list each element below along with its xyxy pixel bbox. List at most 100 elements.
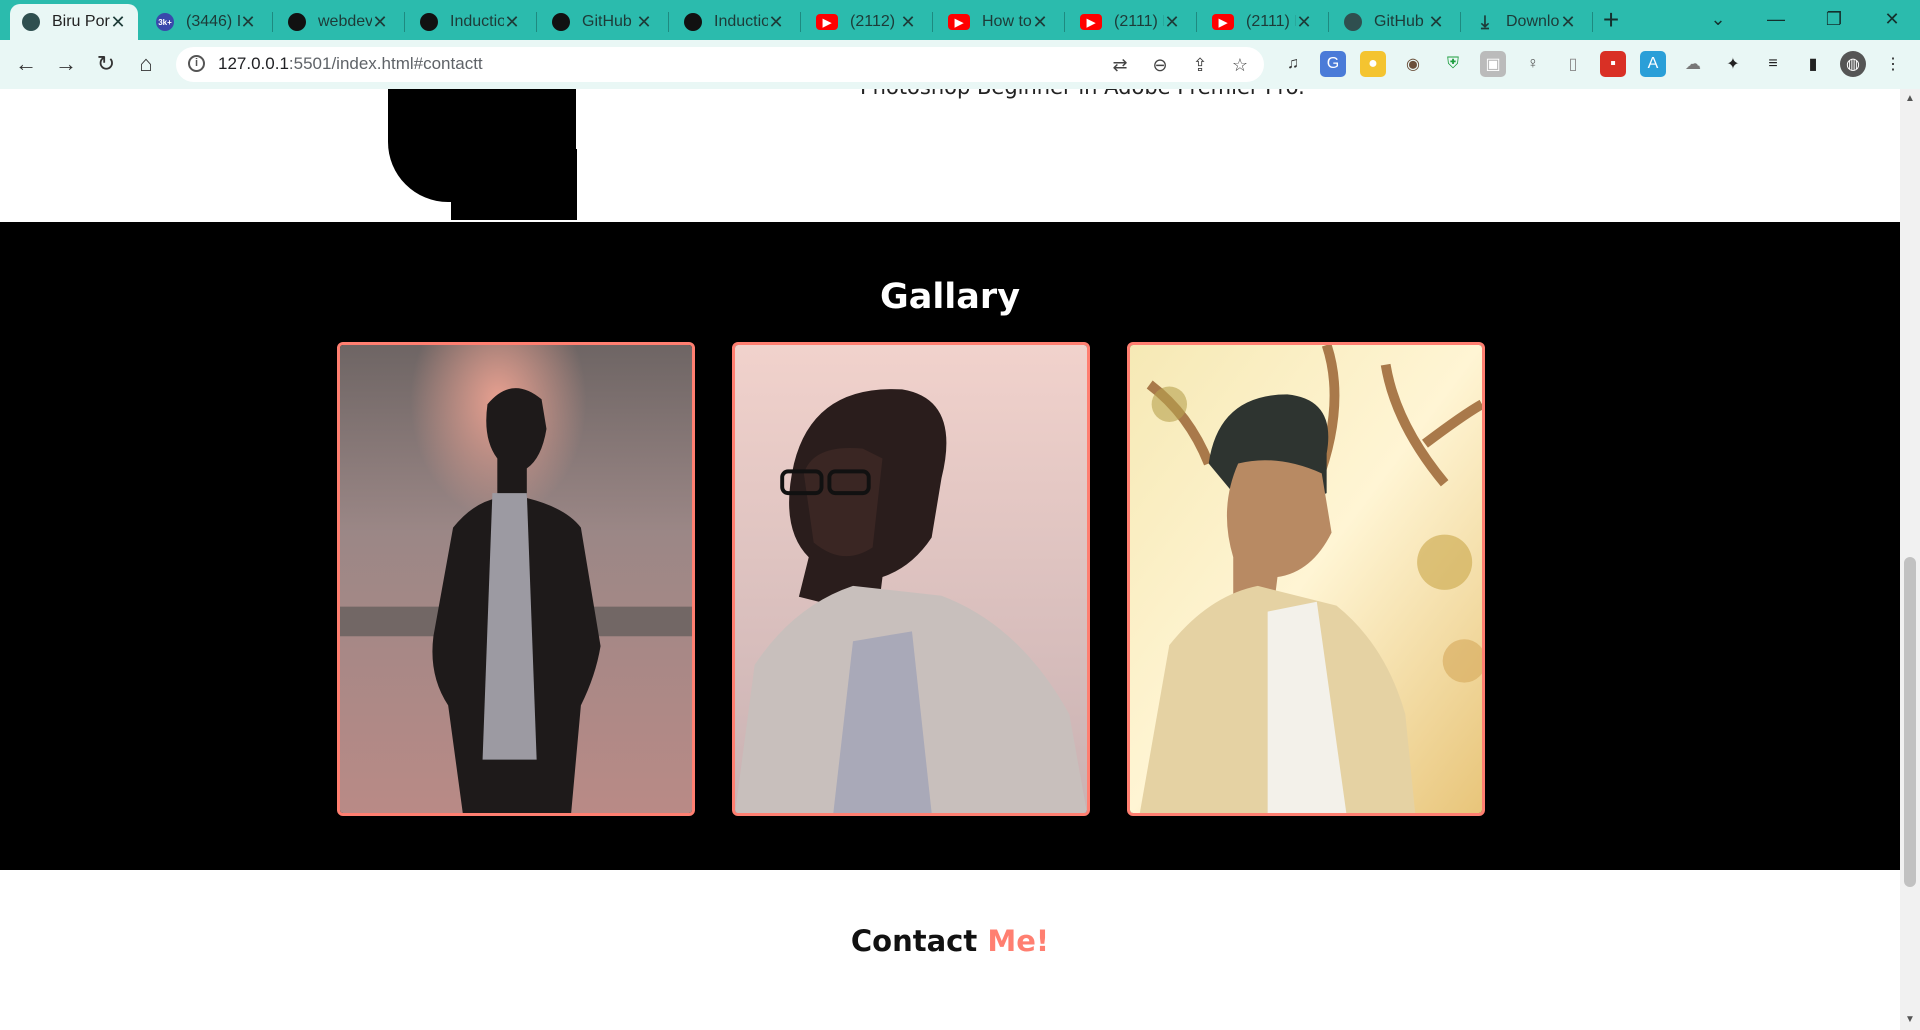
scroll-up-arrow-icon[interactable]: ▲ [1900, 89, 1920, 109]
extension-blue-icon[interactable]: A [1640, 51, 1666, 77]
tab-downloads[interactable]: ⤓ Downlo ✕ [1464, 4, 1588, 40]
close-icon[interactable]: ✕ [504, 12, 520, 33]
media-queue-icon[interactable]: ≡ [1760, 51, 1786, 77]
tab-induction-2[interactable]: Inductio ✕ [672, 4, 796, 40]
close-icon[interactable]: ✕ [768, 12, 784, 33]
read-aloud-icon[interactable]: ♫ [1280, 51, 1306, 77]
about-description: Photoshop Beginner in Adobe Premier Pro. [860, 89, 1305, 99]
close-icon[interactable]: ✕ [1032, 12, 1048, 33]
tab-biru-portfolio[interactable]: Biru Por ✕ [10, 4, 138, 40]
shield-icon[interactable]: ⛨ [1440, 51, 1466, 77]
tab-separator [1460, 12, 1461, 32]
github-icon [684, 13, 702, 31]
browser-chrome: Biru Por ✕ 3k+ (3446) I ✕ webdev ✕ Induc… [0, 0, 1920, 89]
tab-github-2[interactable]: GitHub ✕ [1332, 4, 1456, 40]
extension-counter-icon[interactable]: ☁ [1680, 51, 1706, 77]
close-icon[interactable]: ✕ [1428, 12, 1444, 33]
extension-red-icon[interactable]: ▪ [1600, 51, 1626, 77]
home-icon: ⌂ [139, 51, 153, 76]
tab-title: webdev [318, 13, 372, 30]
extension-bulb-icon[interactable]: ♀ [1520, 51, 1546, 77]
tab-title: (3446) I [186, 13, 240, 30]
tab-title: How to [982, 13, 1032, 30]
page-viewport: Photoshop Beginner in Adobe Premier Pro.… [0, 89, 1900, 1030]
tab-webdev[interactable]: webdev ✕ [276, 4, 400, 40]
extension-grey-icon[interactable]: ▣ [1480, 51, 1506, 77]
contact-title: Contact [850, 924, 978, 958]
tab-youtube-2111-b[interactable]: ▶ (2111) I ✕ [1200, 4, 1324, 40]
tab-strip: Biru Por ✕ 3k+ (3446) I ✕ webdev ✕ Induc… [0, 0, 1920, 40]
minimize-button[interactable]: — [1748, 0, 1804, 38]
home-button[interactable]: ⌂ [128, 46, 164, 82]
url-host: 127.0.0.1 [218, 54, 289, 73]
tab-separator [272, 12, 273, 32]
side-panel-icon[interactable]: ▮ [1800, 51, 1826, 77]
share-icon[interactable]: ⇪ [1188, 53, 1212, 77]
close-icon[interactable]: ✕ [1560, 12, 1576, 33]
menu-dots-icon[interactable]: ⋮ [1880, 51, 1906, 77]
youtube-icon: ▶ [1080, 14, 1102, 30]
tab-youtube-how-to[interactable]: ▶ How to ✕ [936, 4, 1060, 40]
tab-separator [668, 12, 669, 32]
new-tab-button[interactable]: + [1593, 2, 1629, 38]
gallery-photo-2 [732, 342, 1090, 816]
photo-portrait-tree [1130, 345, 1482, 813]
arrow-left-icon: ← [15, 51, 37, 76]
chevron-down-icon: ⌄ [1710, 8, 1726, 29]
close-icon[interactable]: ✕ [1296, 12, 1312, 33]
close-icon[interactable]: ✕ [110, 12, 126, 33]
scrollbar-thumb[interactable] [1904, 557, 1916, 887]
tab-title: (2111) I [1246, 13, 1296, 30]
translate-icon[interactable]: ⇄ [1108, 53, 1132, 77]
tab-separator [404, 12, 405, 32]
globe-icon [22, 13, 40, 31]
scroll-down-arrow-icon[interactable]: ▼ [1900, 1010, 1920, 1030]
gallery-photo-3 [1127, 342, 1485, 816]
zoom-icon[interactable]: ⊖ [1148, 53, 1172, 77]
url-text[interactable]: 127.0.0.1:5501/index.html#contactt [218, 54, 483, 74]
extension-owl-icon[interactable]: ◉ [1400, 51, 1426, 77]
tab-title: Inductio [714, 13, 768, 30]
gallery-section: Gallary [0, 222, 1900, 870]
google-translate-icon[interactable]: G [1320, 51, 1346, 77]
tab-title: GitHub [582, 13, 632, 30]
close-icon[interactable]: ✕ [900, 12, 916, 33]
badge-3k-icon: 3k+ [156, 13, 174, 31]
avatar[interactable]: ◍ [1840, 51, 1866, 77]
restore-button[interactable]: ❐ [1806, 0, 1862, 38]
close-icon[interactable]: ✕ [240, 12, 256, 33]
youtube-icon: ▶ [816, 14, 838, 30]
page-scrollbar[interactable]: ▲ ▼ [1900, 89, 1920, 1030]
url-path: :5501/index.html#contactt [288, 54, 483, 73]
info-icon[interactable]: i [188, 55, 205, 72]
tab-search-button[interactable]: ⌄ [1690, 0, 1746, 38]
youtube-icon: ▶ [1212, 14, 1234, 30]
extension-yellow-icon[interactable]: ● [1360, 51, 1386, 77]
photo-portrait-profile [735, 345, 1087, 813]
reload-button[interactable]: ↻ [88, 46, 124, 82]
puzzle-icon[interactable]: ✦ [1720, 51, 1746, 77]
close-icon[interactable]: ✕ [1164, 12, 1180, 33]
tab-title: GitHub [1374, 13, 1424, 30]
close-icon[interactable]: ✕ [636, 12, 652, 33]
tab-induction-1[interactable]: Inductio ✕ [408, 4, 532, 40]
bookmark-star-icon[interactable]: ☆ [1228, 53, 1252, 77]
tab-github-1[interactable]: GitHub ✕ [540, 4, 664, 40]
globe-icon [1344, 13, 1362, 31]
tab-3446[interactable]: 3k+ (3446) I ✕ [144, 4, 268, 40]
tab-youtube-2112[interactable]: ▶ (2112) I ✕ [804, 4, 928, 40]
close-icon[interactable]: ✕ [372, 12, 388, 33]
reload-icon: ↻ [96, 51, 116, 76]
back-button[interactable]: ← [8, 46, 44, 82]
github-icon [552, 13, 570, 31]
github-icon [420, 13, 438, 31]
tab-youtube-2111-a[interactable]: ▶ (2111) I ✕ [1068, 4, 1192, 40]
tab-title: (2111) I [1114, 13, 1164, 30]
tab-title: (2112) I [850, 13, 900, 30]
reader-icon[interactable]: ▯ [1560, 51, 1586, 77]
close-window-button[interactable]: ✕ [1864, 0, 1920, 38]
address-bar[interactable]: i 127.0.0.1:5501/index.html#contactt ⇄ ⊖… [176, 47, 1264, 82]
forward-button[interactable]: → [48, 46, 84, 82]
gallery-photo-1 [337, 342, 695, 816]
tab-separator [1064, 12, 1065, 32]
